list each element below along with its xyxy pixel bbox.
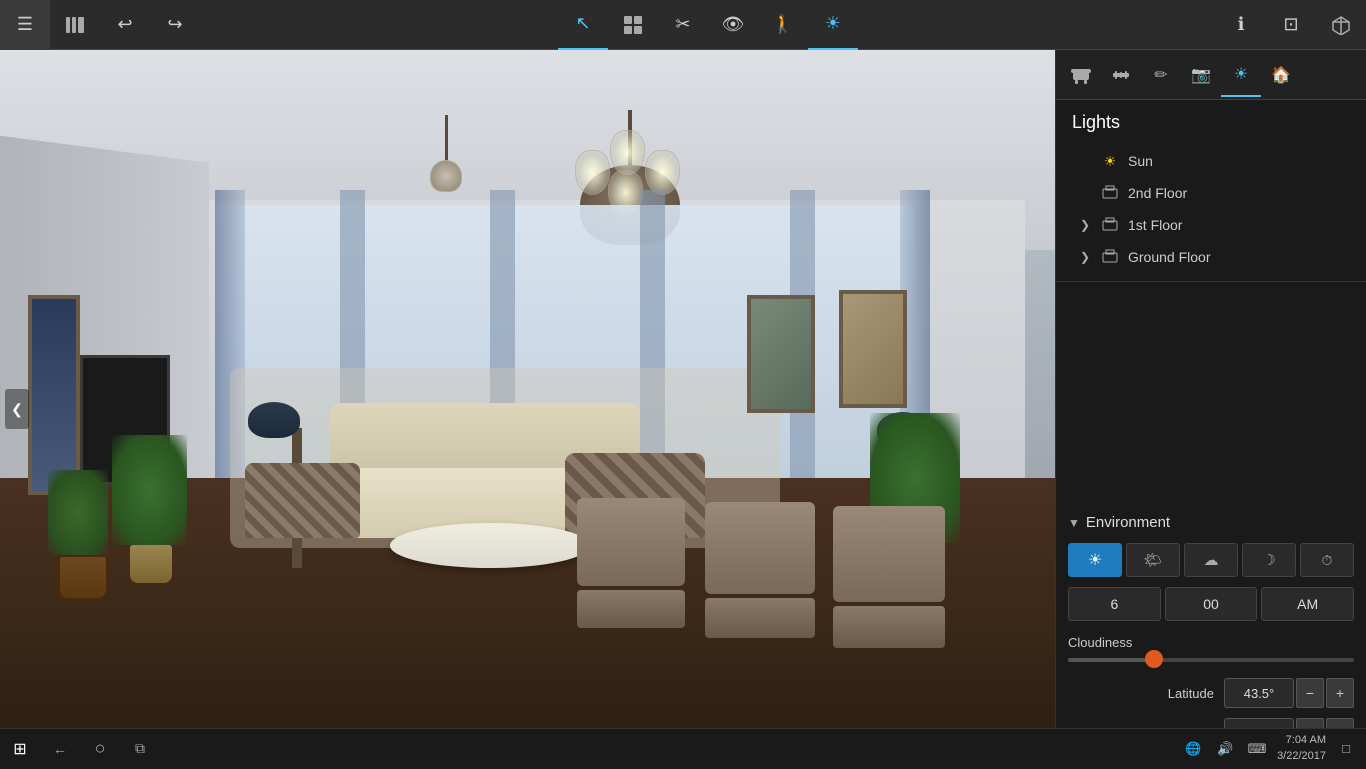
floor-lamp-shade-1 — [248, 402, 300, 438]
panel-icon-bar: ✏ 📷 ☀ 🏠 — [1056, 50, 1366, 100]
library-icon[interactable] — [50, 0, 100, 50]
weather-btn-cloudy[interactable]: ☁ — [1184, 543, 1238, 577]
time-ampm-input[interactable]: AM — [1261, 587, 1354, 621]
light-item-2nd-floor[interactable]: 2nd Floor — [1072, 177, 1350, 209]
plant-basket — [58, 470, 108, 600]
taskbar: ⊞ ← ○ ⧉ 🌐 🔊 ⌨ 7:04 AM 3/22/2017 □ — [0, 728, 1366, 768]
lights-section: Lights ☀ Sun 2nd Floor ❯ — [1056, 100, 1366, 282]
environment-title: Environment — [1086, 514, 1170, 531]
start-button[interactable]: ⊞ — [0, 729, 40, 769]
select-icon[interactable]: ↖ — [558, 0, 608, 50]
camera-panel-icon[interactable]: 📷 — [1181, 53, 1221, 97]
sun-panel-icon[interactable]: ☀ — [1221, 53, 1261, 97]
ground-floor-expand-arrow[interactable]: ❯ — [1080, 250, 1096, 264]
coffee-table — [390, 523, 590, 568]
info-icon[interactable]: ℹ — [1216, 0, 1266, 50]
notification-icon[interactable]: □ — [1334, 737, 1358, 761]
dining-chair-2 — [705, 502, 815, 638]
task-view-button[interactable]: ⧉ — [120, 729, 160, 769]
undo-icon[interactable]: ↩ — [100, 0, 150, 50]
cloudiness-thumb[interactable] — [1145, 650, 1163, 668]
dining-chair-1 — [577, 498, 685, 628]
weather-button-row: ☀ 🌤 ☁ ☽ ⏱ — [1068, 543, 1354, 577]
volume-icon[interactable]: 🔊 — [1213, 737, 1237, 761]
redo-icon[interactable]: ↪ — [150, 0, 200, 50]
sun-toolbar-icon[interactable]: ☀ — [808, 0, 858, 50]
paint-panel-icon[interactable]: ✏ — [1141, 53, 1181, 97]
armchair-1 — [245, 463, 360, 538]
light-item-ground-floor[interactable]: ❯ Ground Floor — [1072, 241, 1350, 273]
env-collapse-icon: ▼ — [1068, 516, 1080, 530]
1st-floor-expand-arrow[interactable]: ❯ — [1080, 218, 1096, 232]
measure-panel-icon[interactable] — [1101, 53, 1141, 97]
clock-date: 3/22/2017 — [1277, 749, 1326, 764]
panel-spacer — [1056, 282, 1366, 504]
viewport[interactable]: ❮ — [0, 50, 1055, 768]
latitude-label: Latitude — [1068, 686, 1224, 701]
home-panel-icon[interactable]: 🏠 — [1261, 53, 1301, 97]
scissors-icon[interactable]: ✂ — [658, 0, 708, 50]
time-row: 6 00 AM — [1068, 587, 1354, 621]
cube-icon[interactable] — [1316, 0, 1366, 50]
artwork-3 — [839, 290, 907, 408]
1st-floor-icon — [1100, 215, 1120, 235]
weather-btn-night[interactable]: ☽ — [1242, 543, 1296, 577]
cloudiness-slider[interactable] — [1068, 658, 1354, 662]
top-toolbar: ☰ ↩ ↪ ↖ ✂ 👁 🚶 ☀ ℹ ⊡ — [0, 0, 1366, 50]
clock-time: 7:04 AM — [1277, 733, 1326, 748]
2nd-floor-icon — [1100, 183, 1120, 203]
weather-btn-clock[interactable]: ⏱ — [1300, 543, 1354, 577]
time-hour-input[interactable]: 6 — [1068, 587, 1161, 621]
artwork-1 — [28, 295, 80, 495]
cortana-button[interactable]: ○ — [80, 729, 120, 769]
nav-arrow-left[interactable]: ❮ — [5, 389, 29, 429]
weather-btn-sunny[interactable]: 🌤 — [1126, 543, 1180, 577]
keyboard-icon[interactable]: ⌨ — [1245, 737, 1269, 761]
latitude-input[interactable]: 43.5° — [1224, 678, 1294, 708]
environment-header[interactable]: ▼ Environment — [1068, 514, 1354, 531]
lights-title: Lights — [1072, 112, 1350, 133]
network-icon[interactable]: 🌐 — [1181, 737, 1205, 761]
sun-light-icon: ☀ — [1100, 151, 1120, 171]
weather-btn-clear-day[interactable]: ☀ — [1068, 543, 1122, 577]
1st-floor-label: 1st Floor — [1128, 217, 1182, 233]
dining-chair-3 — [833, 506, 945, 648]
right-panel: ✏ 📷 ☀ 🏠 Lights ☀ Sun 2nd Floor ❯ — [1055, 50, 1366, 768]
ground-floor-icon — [1100, 247, 1120, 267]
taskbar-right: 🌐 🔊 ⌨ 7:04 AM 3/22/2017 □ — [1181, 733, 1366, 764]
latitude-plus-btn[interactable]: + — [1326, 678, 1354, 708]
light-item-1st-floor[interactable]: ❯ 1st Floor — [1072, 209, 1350, 241]
plant-large — [130, 435, 187, 583]
light-item-sun[interactable]: ☀ Sun — [1072, 145, 1350, 177]
cloudiness-fill — [1068, 658, 1154, 662]
ground-floor-label: Ground Floor — [1128, 249, 1210, 265]
2nd-floor-label: 2nd Floor — [1128, 185, 1187, 201]
latitude-row: Latitude 43.5° − + — [1068, 678, 1354, 708]
sun-label: Sun — [1128, 153, 1153, 169]
cloudiness-label: Cloudiness — [1068, 635, 1354, 650]
eye-icon[interactable]: 👁 — [708, 0, 758, 50]
time-minutes-input[interactable]: 00 — [1165, 587, 1258, 621]
walk-icon[interactable]: 🚶 — [758, 0, 808, 50]
artwork-2 — [747, 295, 815, 413]
furniture-panel-icon[interactable] — [1061, 53, 1101, 97]
menu-icon[interactable]: ☰ — [0, 0, 50, 50]
layout-icon[interactable]: ⊡ — [1266, 0, 1316, 50]
latitude-minus-btn[interactable]: − — [1296, 678, 1324, 708]
taskbar-clock[interactable]: 7:04 AM 3/22/2017 — [1277, 733, 1326, 764]
back-button[interactable]: ← — [40, 729, 80, 769]
objects-icon[interactable] — [608, 0, 658, 50]
